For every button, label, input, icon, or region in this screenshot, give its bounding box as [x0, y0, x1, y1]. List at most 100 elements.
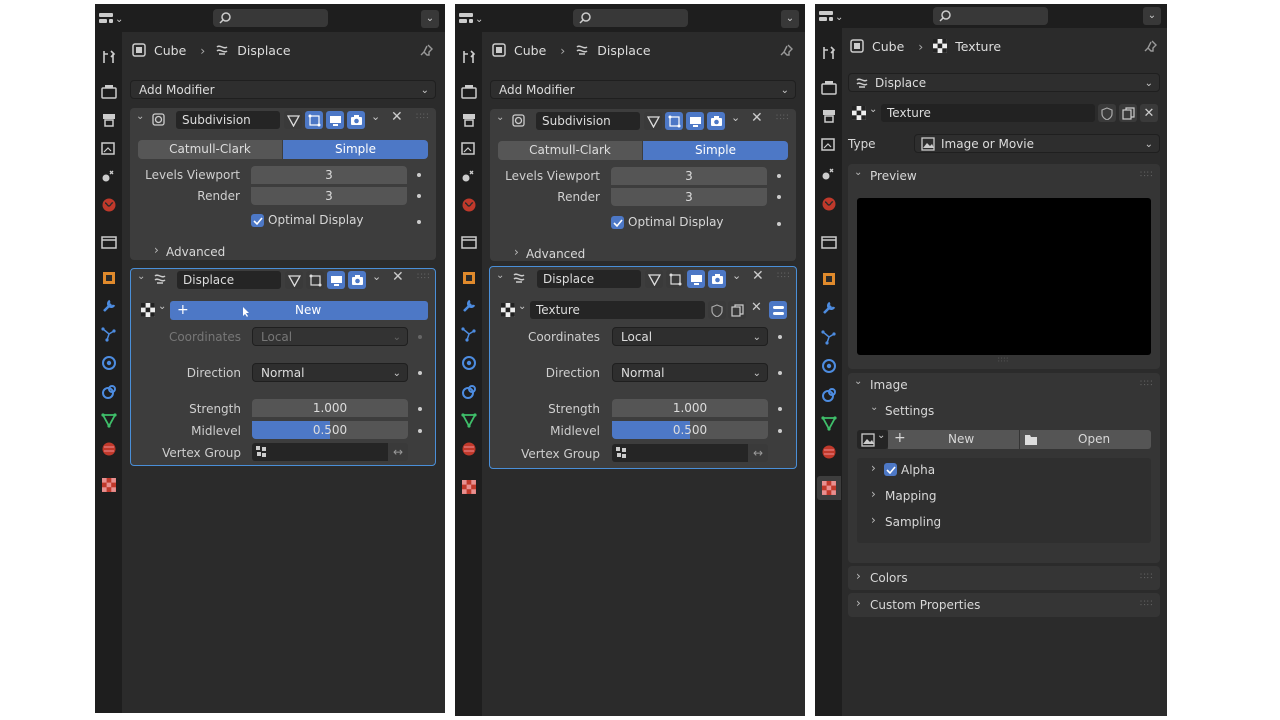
edit-mode-toggle[interactable] — [284, 111, 302, 129]
colors-section[interactable]: › Colors ∷∷ — [848, 566, 1160, 590]
drag-handle-icon[interactable]: ∷∷ — [777, 271, 790, 281]
collapse-chevron-icon[interactable]: ⌄ — [496, 270, 504, 281]
collapse-chevron-icon[interactable]: ⌄ — [854, 376, 862, 387]
render-levels-field[interactable]: 3 — [611, 188, 767, 206]
options-dropdown[interactable]: ⌄ — [421, 10, 439, 28]
invert-vertex-group-icon[interactable]: ↔ — [388, 443, 408, 461]
modifier-select-dropdown[interactable]: Displace ⌄ — [848, 73, 1160, 92]
constraints-tab-icon[interactable] — [461, 384, 477, 400]
resize-handle-icon[interactable]: ∷∷ — [998, 356, 1009, 364]
expand-chevron-icon[interactable]: › — [871, 487, 876, 501]
constraints-tab-icon[interactable] — [821, 387, 837, 403]
subdivision-name-field[interactable]: Subdivision — [176, 111, 280, 129]
collapse-chevron-icon[interactable]: ⌄ — [870, 402, 878, 413]
view-layer-tab-icon[interactable] — [821, 136, 837, 152]
keyframe-dot[interactable] — [778, 407, 782, 411]
modifier-tab-icon[interactable] — [821, 300, 837, 316]
physics-tab-icon[interactable] — [101, 355, 117, 371]
on-cage-toggle[interactable] — [305, 111, 323, 129]
render-levels-field[interactable]: 3 — [251, 187, 407, 205]
image-header[interactable]: Image — [870, 378, 908, 392]
keyframe-dot[interactable] — [417, 194, 421, 198]
keyframe-dot[interactable] — [777, 174, 781, 178]
physics-tab-icon[interactable] — [821, 358, 837, 374]
keyframe-dot[interactable] — [418, 371, 422, 375]
realtime-toggle[interactable] — [687, 270, 705, 288]
realtime-toggle[interactable] — [686, 112, 704, 130]
show-texture-properties-button[interactable] — [769, 301, 787, 319]
drag-handle-icon[interactable]: ∷∷ — [1140, 572, 1153, 582]
texture-tab-icon[interactable] — [461, 479, 477, 495]
particles-tab-icon[interactable] — [461, 326, 477, 342]
keyframe-dot[interactable] — [778, 371, 782, 375]
realtime-toggle[interactable] — [327, 271, 345, 289]
new-texture-button[interactable]: + New — [170, 301, 428, 320]
keyframe-dot[interactable] — [778, 335, 782, 339]
collection-tab-icon[interactable] — [821, 234, 837, 250]
texture-checker-icon[interactable] — [852, 106, 866, 120]
search-input[interactable] — [213, 9, 328, 27]
fake-user-toggle[interactable] — [708, 301, 726, 319]
render-toggle[interactable] — [347, 111, 365, 129]
remove-modifier-icon[interactable]: ✕ — [392, 269, 404, 285]
material-tab-icon[interactable] — [461, 441, 477, 457]
drag-handle-icon[interactable]: ∷∷ — [1140, 170, 1153, 180]
view-layer-tab-icon[interactable] — [461, 140, 477, 156]
options-dropdown[interactable]: ⌄ — [781, 10, 799, 28]
collection-tab-icon[interactable] — [461, 234, 477, 250]
invert-vertex-group-icon[interactable]: ↔ — [748, 444, 768, 462]
simple-option[interactable]: Simple — [283, 140, 428, 159]
render-toggle[interactable] — [708, 270, 726, 288]
pin-icon[interactable] — [1143, 40, 1157, 54]
coordinates-dropdown[interactable]: Local ⌄ — [612, 327, 768, 346]
pin-icon[interactable] — [779, 44, 793, 58]
advanced-subpanel-toggle[interactable]: Advanced — [526, 247, 585, 261]
levels-viewport-field[interactable]: 3 — [251, 166, 407, 184]
editor-type-button[interactable]: ⌄ — [819, 8, 851, 26]
texture-tab-icon[interactable] — [101, 477, 117, 493]
drag-handle-icon[interactable]: ∷∷ — [1140, 599, 1153, 609]
modifier-menu-chevron-icon[interactable]: ⌄ — [731, 111, 740, 124]
search-input[interactable] — [573, 9, 688, 27]
texture-type-dropdown[interactable]: Image or Movie ⌄ — [914, 134, 1160, 153]
expand-chevron-icon[interactable]: › — [514, 245, 519, 259]
edit-mode-toggle[interactable] — [285, 271, 303, 289]
expand-chevron-icon[interactable]: › — [154, 243, 159, 257]
settings-subheader[interactable]: Settings — [885, 404, 934, 418]
constraints-tab-icon[interactable] — [101, 384, 117, 400]
edit-mode-toggle[interactable] — [645, 270, 663, 288]
duplicate-texture-button[interactable] — [1119, 104, 1137, 122]
render-tab-icon[interactable] — [461, 84, 477, 100]
material-tab-icon[interactable] — [101, 441, 117, 457]
strength-field[interactable]: 1.000 — [612, 399, 768, 417]
texture-checker-icon[interactable] — [501, 303, 515, 317]
mapping-subpanel-toggle[interactable]: Mapping — [885, 489, 937, 503]
search-input[interactable] — [933, 7, 1048, 25]
alpha-checkbox[interactable] — [884, 463, 897, 476]
output-tab-icon[interactable] — [101, 112, 117, 128]
add-modifier-dropdown[interactable]: Add Modifier ⌄ — [130, 80, 436, 99]
edit-mode-toggle[interactable] — [644, 112, 662, 130]
texture-browse-chevron-icon[interactable]: ⌄ — [869, 104, 877, 115]
modifier-menu-chevron-icon[interactable]: ⌄ — [371, 110, 380, 123]
render-tab-icon[interactable] — [101, 84, 117, 100]
image-browse-button[interactable]: ⌄ — [857, 430, 888, 449]
custom-properties-section[interactable]: › Custom Properties ∷∷ — [848, 593, 1160, 617]
realtime-toggle[interactable] — [326, 111, 344, 129]
tool-tab-icon[interactable] — [101, 49, 117, 65]
subdivision-name-field[interactable]: Subdivision — [536, 112, 640, 130]
displace-name-field[interactable]: Displace — [537, 270, 641, 288]
unlink-texture-icon[interactable]: ✕ — [1140, 104, 1158, 122]
open-image-button[interactable]: Open — [1020, 430, 1151, 449]
options-dropdown[interactable]: ⌄ — [1143, 7, 1161, 25]
catmull-clark-option[interactable]: Catmull-Clark — [498, 141, 642, 160]
object-tab-icon[interactable] — [821, 271, 837, 287]
world-tab-icon[interactable] — [461, 197, 477, 213]
expand-chevron-icon[interactable]: › — [871, 513, 876, 527]
data-tab-icon[interactable] — [101, 412, 117, 428]
collection-tab-icon[interactable] — [101, 234, 117, 250]
modifier-menu-chevron-icon[interactable]: ⌄ — [732, 269, 741, 282]
data-tab-icon[interactable] — [821, 415, 837, 431]
particles-tab-icon[interactable] — [101, 326, 117, 342]
drag-handle-icon[interactable]: ∷∷ — [1140, 379, 1153, 389]
